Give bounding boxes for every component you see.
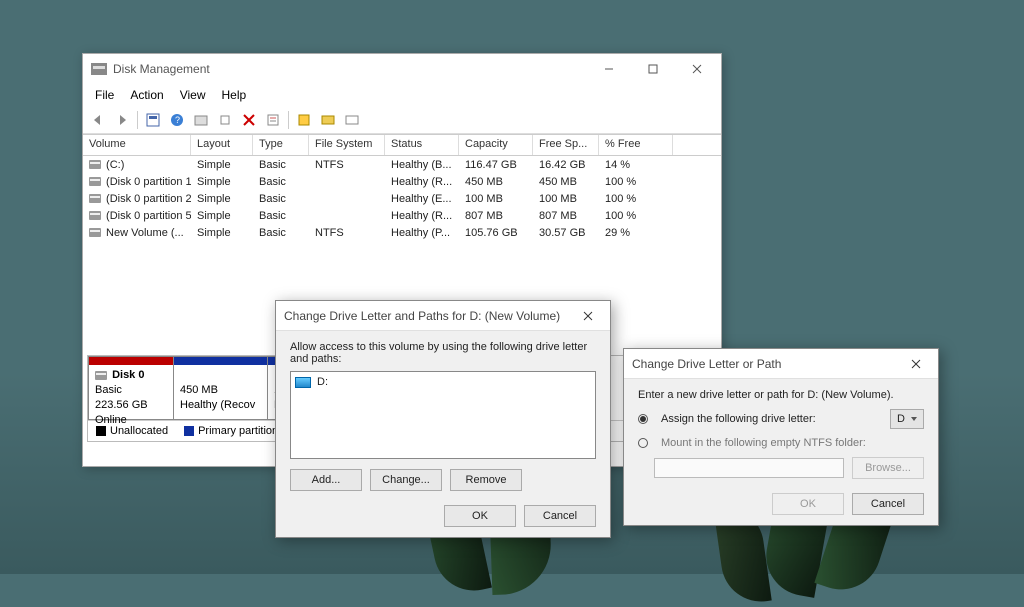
col-pct-free[interactable]: % Free xyxy=(599,135,673,155)
close-button[interactable] xyxy=(675,55,719,83)
toolbar-icon[interactable] xyxy=(341,109,363,131)
col-status[interactable]: Status xyxy=(385,135,459,155)
menu-view[interactable]: View xyxy=(172,86,214,104)
remove-button[interactable]: Remove xyxy=(450,469,522,491)
add-button[interactable]: Add... xyxy=(290,469,362,491)
table-row[interactable]: (Disk 0 partition 2)SimpleBasicHealthy (… xyxy=(83,190,721,207)
col-capacity[interactable]: Capacity xyxy=(459,135,533,155)
disk-name: Disk 0 xyxy=(112,369,144,381)
drive-icon xyxy=(89,177,101,186)
toolbar-icon[interactable] xyxy=(214,109,236,131)
col-file-system[interactable]: File System xyxy=(309,135,385,155)
assign-label: Assign the following drive letter: xyxy=(661,413,882,425)
browse-button: Browse... xyxy=(852,457,924,479)
dialog-title: Change Drive Letter or Path xyxy=(632,357,781,371)
swatch-primary xyxy=(184,426,194,436)
disk-state: Online xyxy=(95,414,127,426)
drive-icon xyxy=(89,194,101,203)
change-button[interactable]: Change... xyxy=(370,469,442,491)
swatch-unallocated xyxy=(96,426,106,436)
svg-text:?: ? xyxy=(175,115,180,125)
change-drive-letter-or-path-dialog: Change Drive Letter or Path Enter a new … xyxy=(623,348,939,526)
col-layout[interactable]: Layout xyxy=(191,135,253,155)
forward-button[interactable] xyxy=(111,109,133,131)
app-icon xyxy=(91,63,107,75)
titlebar[interactable]: Disk Management xyxy=(83,54,721,84)
menu-action[interactable]: Action xyxy=(122,86,171,104)
close-button[interactable] xyxy=(574,302,602,330)
folder-path-input xyxy=(654,458,844,478)
radio-assign-letter[interactable] xyxy=(638,414,648,424)
dialog-titlebar[interactable]: Change Drive Letter and Paths for D: (Ne… xyxy=(276,301,610,331)
help-icon[interactable]: ? xyxy=(166,109,188,131)
toolbar: ? xyxy=(83,106,721,134)
col-volume[interactable]: Volume xyxy=(83,135,191,155)
drive-icon xyxy=(89,228,101,237)
maximize-button[interactable] xyxy=(631,55,675,83)
toolbar-icon[interactable] xyxy=(142,109,164,131)
drive-icon xyxy=(89,160,101,169)
col-type[interactable]: Type xyxy=(253,135,309,155)
table-row[interactable]: New Volume (...SimpleBasicNTFSHealthy (P… xyxy=(83,224,721,241)
mount-label: Mount in the following empty NTFS folder… xyxy=(661,437,866,449)
change-drive-letter-paths-dialog: Change Drive Letter and Paths for D: (Ne… xyxy=(275,300,611,538)
toolbar-icon[interactable] xyxy=(190,109,212,131)
cancel-button[interactable]: Cancel xyxy=(524,505,596,527)
dialog-titlebar[interactable]: Change Drive Letter or Path xyxy=(624,349,938,379)
table-row[interactable]: (C:)SimpleBasicNTFSHealthy (B...116.47 G… xyxy=(83,156,721,173)
radio-mount-folder[interactable] xyxy=(638,438,648,448)
disk-type: Basic xyxy=(95,384,122,396)
dialog-title: Change Drive Letter and Paths for D: (Ne… xyxy=(284,309,560,323)
drive-icon xyxy=(89,211,101,220)
drive-letter-dropdown[interactable]: D xyxy=(890,409,924,429)
cancel-button[interactable]: Cancel xyxy=(852,493,924,515)
ok-button[interactable]: OK xyxy=(444,505,516,527)
close-button[interactable] xyxy=(902,350,930,378)
back-button[interactable] xyxy=(87,109,109,131)
disk-icon xyxy=(95,371,107,380)
dialog-instruction: Allow access to this volume by using the… xyxy=(290,341,596,365)
volume-list: (C:)SimpleBasicNTFSHealthy (B...116.47 G… xyxy=(83,156,721,241)
delete-icon[interactable] xyxy=(238,109,260,131)
properties-icon[interactable] xyxy=(262,109,284,131)
disk-info[interactable]: Disk 0 Basic 223.56 GB Online xyxy=(88,356,174,420)
menubar: File Action View Help xyxy=(83,84,721,106)
table-row[interactable]: (Disk 0 partition 1)SimpleBasicHealthy (… xyxy=(83,173,721,190)
volume-list-header: Volume Layout Type File System Status Ca… xyxy=(83,134,721,156)
window-title: Disk Management xyxy=(113,62,210,76)
table-row[interactable]: (Disk 0 partition 5)SimpleBasicHealthy (… xyxy=(83,207,721,224)
disk-size: 223.56 GB xyxy=(95,399,148,411)
ok-button: OK xyxy=(772,493,844,515)
toolbar-icon[interactable] xyxy=(317,109,339,131)
partition-block[interactable]: 450 MB Healthy (Recov xyxy=(174,356,268,420)
drive-icon xyxy=(295,377,311,388)
dialog-instruction: Enter a new drive letter or path for D: … xyxy=(638,389,924,401)
menu-file[interactable]: File xyxy=(87,86,122,104)
menu-help[interactable]: Help xyxy=(214,86,255,104)
paths-listbox[interactable]: D: xyxy=(290,371,596,459)
toolbar-icon[interactable] xyxy=(293,109,315,131)
col-free[interactable]: Free Sp... xyxy=(533,135,599,155)
minimize-button[interactable] xyxy=(587,55,631,83)
list-item[interactable]: D: xyxy=(295,376,591,388)
